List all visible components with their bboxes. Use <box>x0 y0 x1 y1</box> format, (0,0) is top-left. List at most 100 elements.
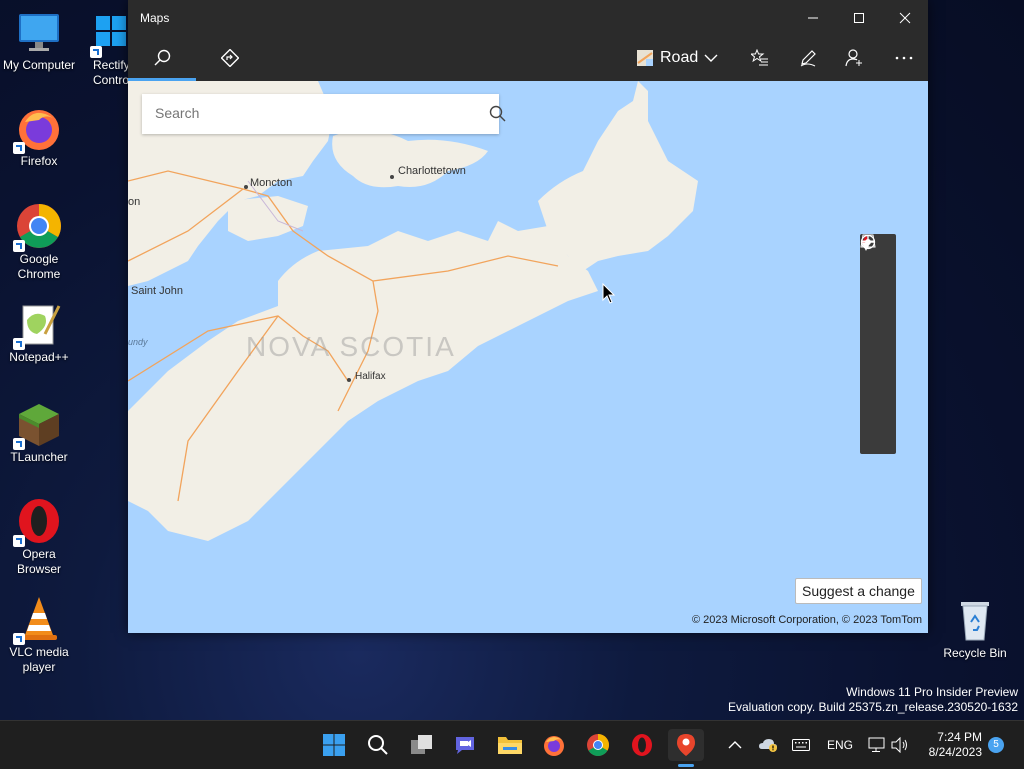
minimize-icon <box>808 17 818 18</box>
shortcut-arrow-icon <box>13 535 25 547</box>
show-hidden-icons-button[interactable] <box>728 721 742 769</box>
clock-date: 8/24/2023 <box>928 745 982 759</box>
desktop-icon-tlauncher[interactable]: TLauncher <box>0 400 78 465</box>
favorites-button[interactable] <box>742 35 778 81</box>
onedrive-tray-button[interactable] <box>758 721 780 769</box>
city-marker <box>347 378 351 382</box>
monitor-icon <box>15 8 63 56</box>
input-language-button[interactable]: ENG <box>827 721 853 769</box>
windows-watermark: Windows 11 Pro Insider Preview Evaluatio… <box>728 685 1018 715</box>
desktop-icon-label: Google Chrome <box>17 252 61 281</box>
teams-chat-button[interactable] <box>447 729 483 761</box>
maps-pin-icon <box>677 734 695 756</box>
taskbar-maps-button[interactable] <box>668 729 704 761</box>
desktop-icon-label: TLauncher <box>10 450 68 464</box>
taskbar-chrome-button[interactable] <box>580 729 616 761</box>
ink-button[interactable] <box>790 35 826 81</box>
zoom-out-button[interactable] <box>860 241 896 454</box>
city-marker <box>244 185 248 189</box>
pen-icon <box>800 50 816 67</box>
chevron-down-icon <box>704 54 718 62</box>
taskbar-opera-button[interactable] <box>624 729 660 761</box>
keyboard-icon <box>792 739 810 751</box>
search-icon <box>368 735 388 755</box>
favorites-list-icon <box>751 49 768 66</box>
window-title: Maps <box>140 11 170 25</box>
desktop-icon-label: Recycle Bin <box>943 646 1007 660</box>
tilt-view-button[interactable] <box>860 234 896 322</box>
city-label: on <box>128 196 141 208</box>
maps-window[interactable]: Maps Road NOVA SCOTIA on Moncton Charlot… <box>128 0 928 633</box>
desktop-icon-label: Opera Browser <box>16 547 61 576</box>
desktop-icon-vlc[interactable]: VLC media player <box>0 595 78 675</box>
suggest-change-button[interactable]: Suggest a change <box>795 578 922 604</box>
chrome-icon <box>13 202 63 252</box>
ellipsis-icon <box>895 56 913 60</box>
opera-icon <box>632 734 652 756</box>
opera-icon <box>13 497 63 547</box>
copyright-text: © 2023 Microsoft Corporation, © 2023 Tom… <box>691 614 922 626</box>
shortcut-arrow-icon <box>13 633 25 645</box>
notepadpp-icon <box>13 300 63 350</box>
desktop-icon-label: My Computer <box>2 58 76 72</box>
map-style-label: Road <box>660 49 699 66</box>
map-style-dropdown[interactable]: Road <box>636 35 724 81</box>
start-button[interactable] <box>316 729 352 761</box>
notification-badge[interactable]: 5 <box>988 737 1004 753</box>
desktop-icon-label: Firefox <box>20 154 58 168</box>
taskbar-search-button[interactable] <box>360 729 396 761</box>
shortcut-arrow-icon <box>13 240 25 252</box>
clock-time: 7:24 PM <box>937 730 982 744</box>
city-label: Charlottetown <box>398 165 466 177</box>
city-label: Saint John <box>131 285 183 297</box>
my-location-button[interactable] <box>860 234 896 366</box>
search-input[interactable] <box>153 104 457 122</box>
network-button[interactable] <box>868 721 886 769</box>
desktop-icon-firefox[interactable]: Firefox <box>0 104 78 169</box>
search-icon <box>154 49 171 66</box>
more-options-button[interactable] <box>886 35 922 81</box>
desktop-icon-notepadpp[interactable]: Notepad++ <box>0 300 78 365</box>
sign-in-button[interactable] <box>836 35 872 81</box>
recycle-bin-icon <box>951 596 999 644</box>
desktop-icon-chrome[interactable]: Google Chrome <box>0 202 78 282</box>
vlc-cone-icon <box>13 595 63 645</box>
taskbar: ENG 7:24 PM 8/24/2023 5 <box>0 720 1024 769</box>
desktop-icon-opera[interactable]: Opera Browser <box>0 497 78 577</box>
close-icon <box>899 12 911 23</box>
maximize-button[interactable] <box>836 0 882 35</box>
city-marker <box>390 175 394 179</box>
map-canvas[interactable]: NOVA SCOTIA on Moncton Charlottetown Sai… <box>128 81 928 633</box>
touch-keyboard-button[interactable] <box>792 721 810 769</box>
volume-button[interactable] <box>891 721 909 769</box>
active-app-indicator <box>678 764 694 767</box>
system-clock[interactable]: 7:24 PM 8/24/2023 <box>918 730 982 760</box>
title-bar[interactable]: Maps <box>128 0 928 35</box>
zoom-in-button[interactable] <box>860 235 896 410</box>
task-view-icon <box>411 735 432 754</box>
directions-tab-button[interactable] <box>210 35 250 81</box>
province-label: NOVA SCOTIA <box>246 331 456 362</box>
desktop-icon-my-computer[interactable]: My Computer <box>0 8 78 73</box>
maps-toolbar: Road <box>128 35 928 81</box>
shortcut-arrow-icon <box>90 46 102 58</box>
search-box[interactable] <box>142 94 506 134</box>
taskbar-firefox-button[interactable] <box>536 729 572 761</box>
watermark-line: Windows 11 Pro Insider Preview <box>846 685 1018 699</box>
search-tab-button[interactable] <box>142 35 182 81</box>
windows-logo-icon <box>323 734 345 756</box>
close-button[interactable] <box>882 0 928 35</box>
city-label: Moncton <box>250 177 293 189</box>
task-view-button[interactable] <box>404 729 440 761</box>
shortcut-arrow-icon <box>13 338 25 350</box>
firefox-icon <box>13 104 63 154</box>
minus-icon <box>861 241 875 243</box>
chevron-up-icon <box>728 741 742 749</box>
minimize-button[interactable] <box>790 0 836 35</box>
file-explorer-button[interactable] <box>492 729 528 761</box>
road-map-icon <box>637 50 653 66</box>
desktop-icon-recycle-bin[interactable]: Recycle Bin <box>936 596 1014 661</box>
network-monitor-icon <box>868 737 885 752</box>
desktop-icon-label: VLC media player <box>9 645 69 674</box>
speaker-icon <box>891 737 907 753</box>
